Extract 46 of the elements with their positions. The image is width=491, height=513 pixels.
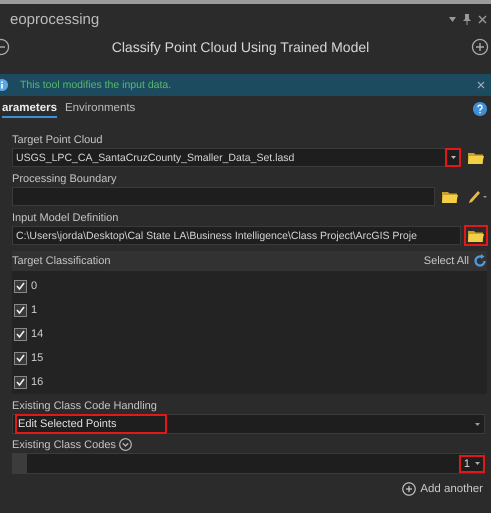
- help-icon[interactable]: [473, 102, 487, 116]
- close-icon[interactable]: [478, 14, 487, 24]
- pencil-icon[interactable]: [467, 190, 487, 204]
- checkbox-label: 14: [31, 328, 44, 340]
- caret-icon[interactable]: [449, 16, 456, 22]
- checkbox[interactable]: [14, 328, 27, 340]
- chevron-icon[interactable]: [118, 438, 132, 451]
- pin-icon[interactable]: [463, 14, 471, 24]
- dropdown-button[interactable]: [446, 149, 460, 166]
- checkbox[interactable]: [14, 376, 27, 388]
- add-another-button[interactable]: Add another: [398, 482, 487, 496]
- add-icon: [402, 482, 416, 496]
- panel-title: eoprocessing: [10, 10, 100, 28]
- tab[interactable]: arameters: [2, 100, 57, 118]
- checkbox-label: 15: [31, 352, 44, 364]
- parameter-label: Existing Class Code Handling: [12, 400, 158, 412]
- parameter-label: Target Point Cloud: [12, 134, 104, 146]
- checkbox-label: 16: [31, 376, 44, 388]
- checkbox[interactable]: [14, 280, 27, 292]
- folder-icon: [468, 229, 484, 242]
- parameter-label: Existing Class Codes: [12, 438, 116, 450]
- caret-icon: [475, 462, 480, 465]
- select-all-link[interactable]: Select All: [424, 255, 469, 267]
- banner-message: This tool modifies the input data.: [20, 79, 172, 91]
- folder-icon: [468, 151, 484, 164]
- tool-title: Classify Point Cloud Using Trained Model: [110, 39, 370, 55]
- drag-handle[interactable]: [12, 453, 26, 474]
- dropdown-field[interactable]: Edit Selected Points: [12, 414, 485, 434]
- input-field[interactable]: C:\Users\jorda\Desktop\Cal State LA\Business Intelligence\Class Project\ArcGIS Proje: [12, 226, 461, 245]
- close-icon[interactable]: [477, 81, 485, 89]
- add-icon[interactable]: [471, 38, 489, 56]
- caret-icon: [475, 422, 480, 426]
- browse-button[interactable]: [465, 226, 487, 245]
- checkbox-label: 1: [31, 304, 38, 316]
- checkbox[interactable]: [14, 304, 27, 316]
- checkbox[interactable]: [14, 352, 27, 364]
- checkbox-label: 0: [31, 280, 38, 292]
- input-field[interactable]: USGS_LPC_CA_SantaCruzCounty_Smaller_Data_Set.lasd: [12, 148, 461, 167]
- parameter-label: Input Model Definition: [12, 212, 120, 224]
- parameter-label: Processing Boundary: [12, 173, 118, 185]
- tab[interactable]: Environments: [64, 100, 136, 118]
- parameter-label: Target Classification: [12, 255, 110, 267]
- input-field[interactable]: [12, 187, 435, 206]
- dropdown-field[interactable]: 1: [26, 453, 485, 474]
- caret-icon: [450, 156, 456, 159]
- refresh-icon[interactable]: [473, 254, 487, 268]
